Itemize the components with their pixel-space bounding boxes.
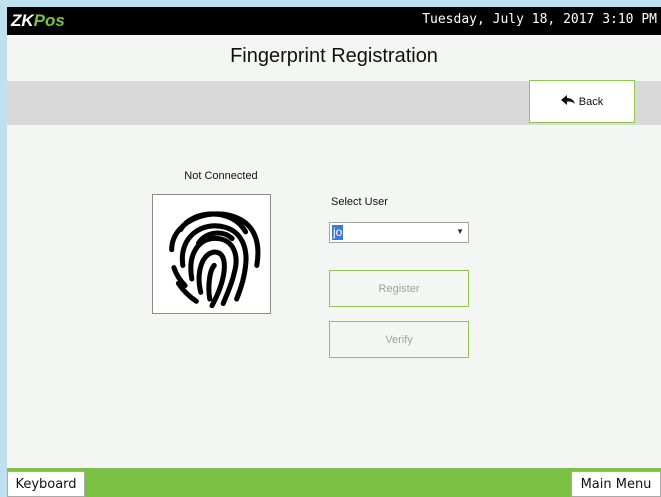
connection-status: Not Connected bbox=[184, 170, 258, 182]
logo-pos-text: Pos bbox=[33, 11, 65, 30]
datetime-display: Tuesday, July 18, 2017 3:10 PM bbox=[422, 12, 657, 27]
back-button-label: Back bbox=[578, 95, 604, 108]
app-window: ZKPos Tuesday, July 18, 2017 3:10 PM Fin… bbox=[7, 7, 661, 497]
keyboard-button[interactable]: Keyboard bbox=[7, 471, 85, 497]
main-menu-button[interactable]: Main Menu bbox=[571, 471, 661, 497]
bottom-bar bbox=[7, 468, 661, 497]
fingerprint-icon bbox=[156, 196, 268, 313]
dropdown-arrow-icon[interactable]: ▼ bbox=[456, 227, 464, 236]
back-button[interactable]: Back bbox=[529, 80, 635, 123]
back-arrow-icon bbox=[560, 95, 579, 108]
verify-button[interactable]: Verify bbox=[329, 321, 469, 358]
fingerprint-preview bbox=[152, 194, 271, 314]
title-bar: ZKPos Tuesday, July 18, 2017 3:10 PM bbox=[7, 7, 661, 35]
page-title: Fingerprint Registration bbox=[230, 45, 438, 67]
select-user-label: Select User bbox=[331, 196, 388, 208]
register-button[interactable]: Register bbox=[329, 270, 469, 307]
selected-user-value[interactable]: jo bbox=[332, 225, 344, 240]
user-select-dropdown[interactable]: jo ▼ bbox=[329, 222, 469, 243]
logo-zk-text: ZK bbox=[11, 11, 34, 30]
zkpos-logo: ZKPos bbox=[11, 11, 65, 31]
